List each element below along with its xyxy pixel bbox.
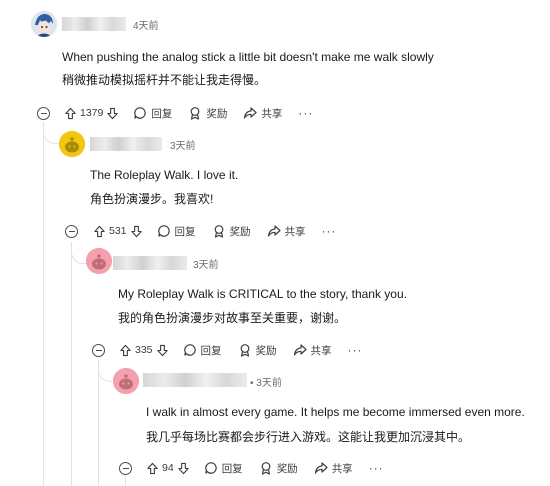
avatar[interactable] bbox=[59, 131, 85, 157]
reply-button[interactable]: 回复 bbox=[133, 106, 172, 121]
thread-curve-level-4 bbox=[98, 360, 112, 382]
comment-text-en: The Roleplay Walk. I love it. bbox=[90, 168, 239, 182]
downvote-icon[interactable] bbox=[156, 344, 169, 357]
comment-actions: 335 回复 奖励 共享 ··· bbox=[119, 341, 363, 359]
award-button[interactable]: 奖励 bbox=[212, 224, 251, 239]
reply-icon bbox=[183, 344, 196, 356]
thread-line-level-1 bbox=[43, 122, 44, 486]
vote-group: 531 bbox=[93, 225, 143, 238]
username-blurred[interactable] bbox=[62, 17, 126, 31]
snoo-avatar-icon bbox=[86, 248, 112, 274]
share-icon bbox=[267, 225, 281, 237]
award-icon bbox=[240, 344, 249, 357]
thread-curve-level-3 bbox=[71, 242, 87, 264]
vote-group: 1379 bbox=[64, 107, 119, 120]
comment-text-zh: 我几乎每场比赛都会步行进入游戏。这能让我更加沉浸其中。 bbox=[146, 430, 471, 444]
comment-time: 3天前 bbox=[193, 260, 219, 271]
downvote-icon[interactable] bbox=[177, 462, 190, 475]
more-options-button[interactable]: ··· bbox=[348, 343, 363, 357]
vote-group: 335 bbox=[119, 344, 169, 357]
reply-button[interactable]: 回复 bbox=[183, 343, 222, 358]
more-options-button[interactable]: ··· bbox=[322, 224, 337, 238]
vote-count: 335 bbox=[135, 344, 153, 356]
avatar[interactable] bbox=[86, 248, 112, 274]
comment-actions: 1379 回复 奖励 共享 ··· bbox=[64, 104, 313, 122]
comment-actions: 531 回复 奖励 共享 ··· bbox=[93, 222, 337, 240]
more-options-button[interactable]: ··· bbox=[298, 106, 313, 120]
share-icon bbox=[244, 107, 257, 119]
reply-icon bbox=[157, 225, 170, 237]
upvote-icon[interactable] bbox=[146, 462, 159, 475]
thread-line-level-4-child bbox=[125, 476, 126, 486]
collapse-icon[interactable] bbox=[119, 462, 132, 475]
snoo-avatar-icon bbox=[59, 131, 85, 157]
downvote-icon[interactable] bbox=[106, 107, 119, 120]
collapse-icon[interactable] bbox=[37, 107, 50, 120]
avatar[interactable] bbox=[113, 368, 139, 394]
share-button[interactable]: 共享 bbox=[243, 106, 282, 121]
comment-time: 4天前 bbox=[133, 21, 159, 32]
username-blurred[interactable] bbox=[113, 256, 187, 270]
thread-curve-level-2 bbox=[43, 122, 59, 144]
upvote-icon[interactable] bbox=[64, 107, 77, 120]
comment-text-en: My Roleplay Walk is CRITICAL to the stor… bbox=[118, 287, 407, 301]
reply-button[interactable]: 回复 bbox=[204, 461, 243, 476]
reply-icon bbox=[204, 462, 217, 474]
share-button[interactable]: 共享 bbox=[267, 224, 306, 239]
award-icon bbox=[214, 225, 223, 238]
comment-actions: 94 回复 奖励 共享 ··· bbox=[146, 459, 384, 477]
vote-group: 94 bbox=[146, 462, 190, 475]
vote-count: 531 bbox=[109, 225, 127, 237]
username-blurred[interactable] bbox=[143, 373, 247, 387]
snoo-avatar-icon bbox=[113, 368, 139, 394]
award-icon bbox=[190, 107, 200, 120]
collapse-icon[interactable] bbox=[92, 344, 105, 357]
share-icon bbox=[293, 344, 307, 356]
comment-text-zh: 稍微推动模拟摇杆并不能让我走得慢。 bbox=[62, 73, 267, 87]
upvote-icon[interactable] bbox=[119, 344, 132, 357]
comment-text-en: I walk in almost every game. It helps me… bbox=[146, 405, 525, 419]
more-options-button[interactable]: ··· bbox=[369, 461, 384, 475]
award-button[interactable]: 奖励 bbox=[259, 461, 298, 476]
award-icon bbox=[261, 462, 271, 475]
comment-text-en: When pushing the analog stick a little b… bbox=[62, 50, 434, 64]
thread-line-level-2 bbox=[71, 242, 72, 486]
comment-time: 3天前 bbox=[170, 141, 196, 152]
username-blurred[interactable] bbox=[90, 137, 162, 151]
award-button[interactable]: 奖励 bbox=[188, 106, 227, 121]
reply-button[interactable]: 回复 bbox=[157, 224, 196, 239]
award-button[interactable]: 奖励 bbox=[238, 343, 277, 358]
avatar[interactable] bbox=[31, 11, 57, 37]
share-button[interactable]: 共享 bbox=[314, 461, 353, 476]
comment-text-zh: 我的角色扮演漫步对故事至关重要，谢谢。 bbox=[118, 311, 347, 325]
vote-count: 94 bbox=[162, 462, 174, 474]
share-icon bbox=[314, 462, 328, 474]
thread-line-level-3 bbox=[98, 360, 99, 486]
comment-text-zh: 角色扮演漫步。我喜欢! bbox=[90, 192, 214, 206]
vote-count: 1379 bbox=[80, 107, 104, 119]
comment-time: • 3天前 bbox=[250, 378, 282, 389]
reply-icon bbox=[134, 107, 147, 119]
share-button[interactable]: 共享 bbox=[293, 343, 332, 358]
upvote-icon[interactable] bbox=[93, 225, 106, 238]
avatar-anime-icon bbox=[31, 11, 57, 37]
downvote-icon[interactable] bbox=[130, 225, 143, 238]
collapse-icon[interactable] bbox=[65, 225, 78, 238]
